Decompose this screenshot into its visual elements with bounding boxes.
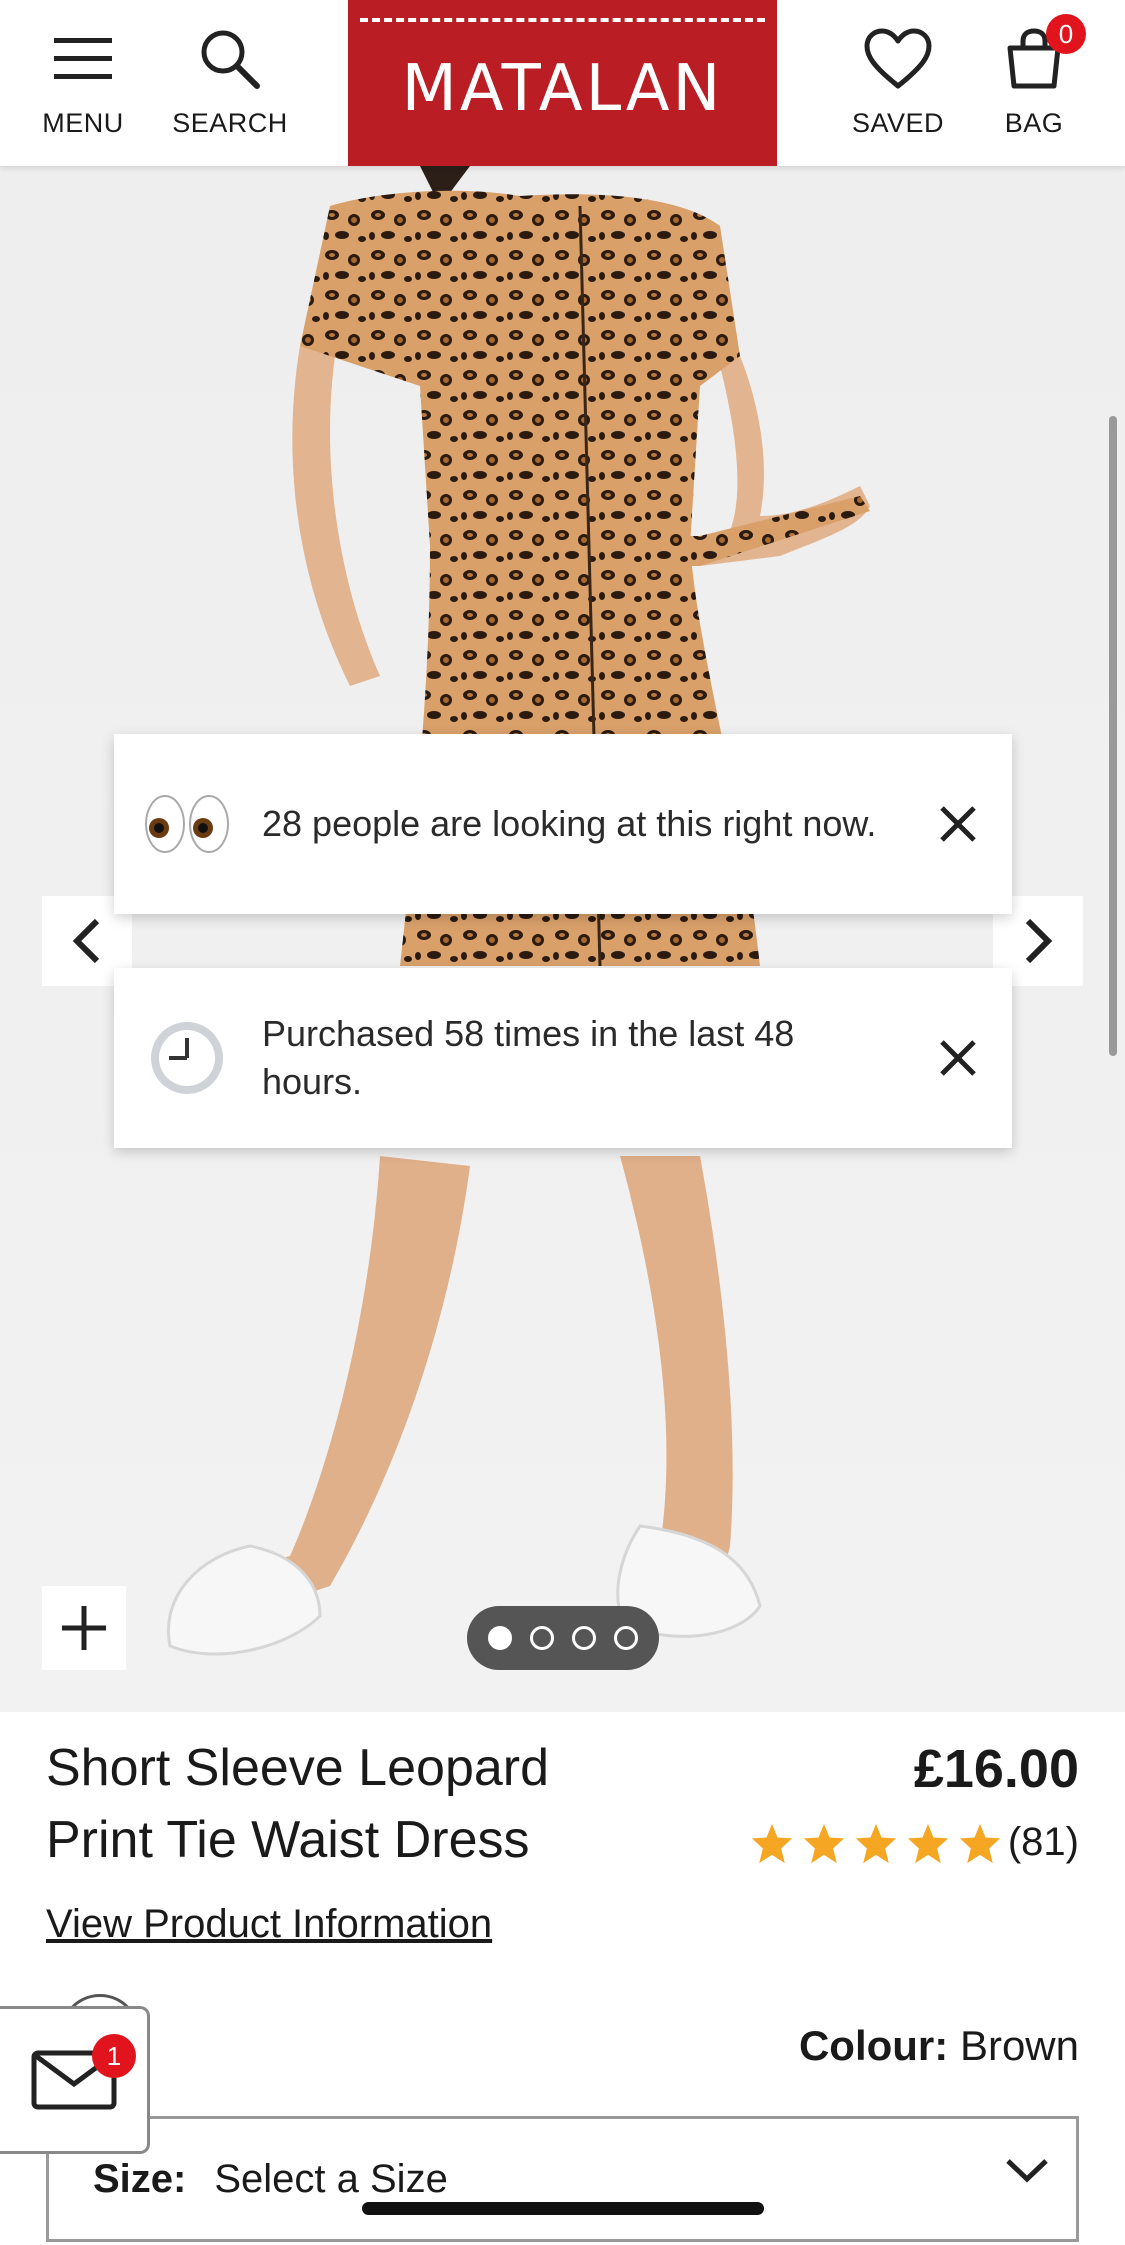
bag-count-badge: 0 xyxy=(1046,14,1086,54)
clock-icon xyxy=(142,1018,232,1098)
messages-count-badge: 1 xyxy=(92,2034,136,2078)
site-header: MENU SEARCH MATALAN SAVED BAG 0 xyxy=(0,0,1125,166)
product-page: MENU SEARCH MATALAN SAVED BAG 0 28 peopl… xyxy=(0,0,1125,2245)
size-label: Size: xyxy=(93,2156,187,2201)
review-count: (81) xyxy=(1007,1820,1079,1864)
brand-wordmark: MATALAN xyxy=(401,52,724,126)
chevron-left-icon xyxy=(72,918,100,964)
gallery-dot[interactable] xyxy=(530,1626,554,1650)
rating-stars xyxy=(750,1822,1002,1864)
gallery-dot[interactable] xyxy=(614,1626,638,1650)
view-product-information-link[interactable]: View Product Information xyxy=(46,1902,492,1947)
viewers-notification: 28 people are looking at this right now. xyxy=(114,734,1012,914)
close-icon xyxy=(940,806,976,842)
chevron-right-icon xyxy=(1025,918,1053,964)
colour-display: Colour: Brown xyxy=(799,2022,1079,2070)
messages-button[interactable] xyxy=(0,2006,150,2154)
home-indicator[interactable] xyxy=(362,2202,764,2215)
colour-label: Colour: xyxy=(798,2022,949,2069)
product-title: Short Sleeve Leopard Print Tie Waist Dre… xyxy=(46,1739,550,1869)
search-label: SEARCH xyxy=(172,108,288,138)
heart-icon xyxy=(863,28,933,90)
product-photo xyxy=(167,166,870,1656)
hamburger-icon xyxy=(52,28,114,90)
star-icon xyxy=(751,1823,792,1863)
search-button[interactable]: SEARCH xyxy=(166,0,294,166)
menu-button[interactable]: MENU xyxy=(30,0,136,166)
logo-stitch-line xyxy=(360,18,765,22)
product-image-gallery[interactable] xyxy=(0,166,1125,1712)
plus-icon xyxy=(62,1606,106,1650)
zoom-button[interactable] xyxy=(42,1586,126,1670)
star-icon xyxy=(907,1823,948,1863)
size-select[interactable]: Size: Select a Size xyxy=(46,2116,1079,2242)
colour-value: Brown xyxy=(959,2022,1079,2069)
star-icon xyxy=(855,1823,896,1863)
search-icon xyxy=(199,28,261,90)
gallery-pagination xyxy=(467,1606,659,1670)
page-scrollbar[interactable] xyxy=(1109,416,1117,1056)
size-value: Select a Size xyxy=(214,2156,448,2201)
close-purchases-notification-button[interactable] xyxy=(930,1030,986,1086)
star-icon xyxy=(959,1823,1000,1863)
brand-logo[interactable]: MATALAN xyxy=(348,0,777,166)
purchases-message: Purchased 58 times in the last 48 hours. xyxy=(262,1013,795,1102)
saved-button[interactable]: SAVED xyxy=(843,0,953,166)
product-rating[interactable]: (81) xyxy=(750,1820,1079,1865)
menu-label: MENU xyxy=(42,108,124,138)
eyes-icon xyxy=(142,792,232,856)
gallery-dot[interactable] xyxy=(572,1626,596,1650)
close-icon xyxy=(940,1040,976,1076)
star-icon xyxy=(803,1823,844,1863)
bag-label: BAG xyxy=(1004,108,1064,138)
product-price: £16.00 xyxy=(913,1739,1079,1799)
purchases-notification: Purchased 58 times in the last 48 hours. xyxy=(114,968,1012,1148)
saved-label: SAVED xyxy=(851,108,945,138)
close-viewers-notification-button[interactable] xyxy=(930,796,986,852)
viewers-message: 28 people are looking at this right now. xyxy=(262,803,877,844)
chevron-down-icon xyxy=(1006,2159,1048,2183)
gallery-dot[interactable] xyxy=(488,1626,512,1650)
